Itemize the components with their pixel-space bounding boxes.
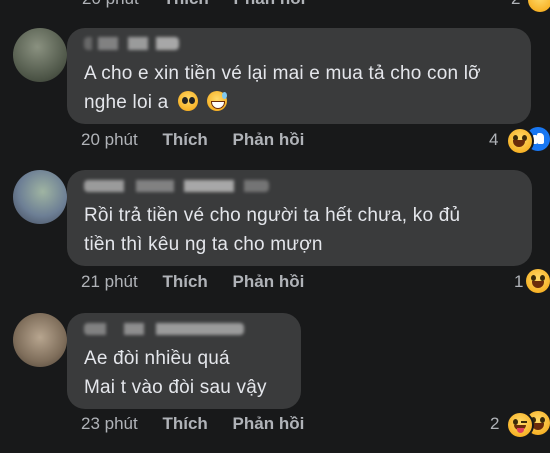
comment-text-line: Rồi trả tiền vé cho người ta hết chưa, k… — [84, 205, 461, 226]
comment-bubble: Rồi trả tiền vé cho người ta hết chưa, k… — [67, 170, 532, 266]
commenter-name-blurred[interactable] — [84, 37, 179, 50]
comment-time[interactable]: 21 phút — [81, 272, 138, 291]
haha-reaction-icon — [526, 269, 550, 293]
commenter-name-blurred[interactable] — [84, 323, 244, 335]
comment-bubble: A cho e xin tiền vé lại mai e mua tả cho… — [67, 28, 531, 124]
comment-time[interactable]: 23 phút — [81, 414, 138, 433]
reaction-count[interactable]: 2 — [490, 414, 499, 434]
avatar[interactable] — [13, 28, 67, 82]
avatar[interactable] — [13, 170, 67, 224]
commenter-name-blurred[interactable] — [84, 180, 269, 192]
comment-actions: 21 phút Thích Phản hồi — [81, 272, 304, 292]
comment-text-line: A cho e xin tiền vé lại mai e mua tả cho… — [84, 63, 481, 84]
haha-reaction-icon — [506, 127, 534, 155]
like-button[interactable]: Thích — [162, 272, 207, 291]
comment-time[interactable]: 20 phút — [81, 130, 138, 149]
like-button[interactable]: Thích — [163, 0, 208, 8]
reaction-count[interactable]: 1 — [514, 272, 523, 292]
comment-text-line: Mai t vào đòi sau vậy — [84, 377, 267, 398]
reply-button[interactable]: Phản hồi — [233, 130, 305, 149]
comment-actions: 20 phút Thích Phản hồi — [81, 130, 304, 150]
avatar[interactable] — [13, 313, 67, 367]
like-button[interactable]: Thích — [162, 414, 207, 433]
comment-bubble: Ae đòi nhiều quá Mai t vào đòi sau vậy — [67, 313, 301, 409]
reply-button[interactable]: Phản hồi — [233, 414, 305, 433]
reaction-count: 2 — [511, 0, 520, 9]
reply-button[interactable]: Phản hồi — [233, 272, 305, 291]
reaction-count[interactable]: 4 — [489, 130, 498, 150]
haha-reaction-icon — [528, 0, 550, 12]
like-button[interactable]: Thích — [162, 130, 207, 149]
pleading-face-emoji — [177, 91, 198, 111]
reply-button[interactable]: Phản hồi — [234, 0, 306, 8]
comment-actions: 23 phút Thích Phản hồi — [81, 414, 304, 434]
top-comment-actions: 20 phút Thích Phản hồi — [82, 0, 305, 9]
comment-text-line: Ae đòi nhiều quá — [84, 348, 230, 369]
tongue-wink-reaction-icon — [506, 411, 534, 439]
grinning-sweat-emoji — [207, 91, 228, 111]
comment-text-line: tiền thì kêu ng ta cho mượn — [84, 234, 323, 255]
comment-time: 20 phút — [82, 0, 139, 8]
comment-text-line: nghe loi a — [84, 88, 229, 117]
